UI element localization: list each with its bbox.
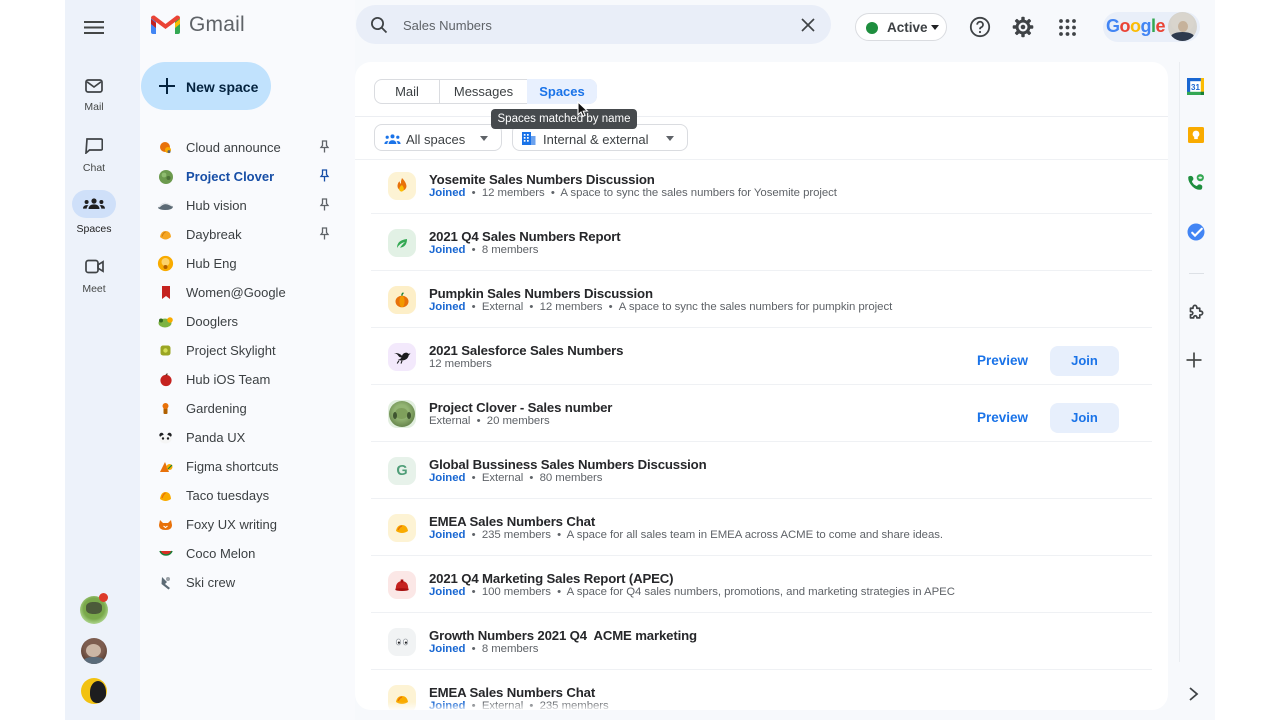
- svg-text:31: 31: [1191, 83, 1200, 92]
